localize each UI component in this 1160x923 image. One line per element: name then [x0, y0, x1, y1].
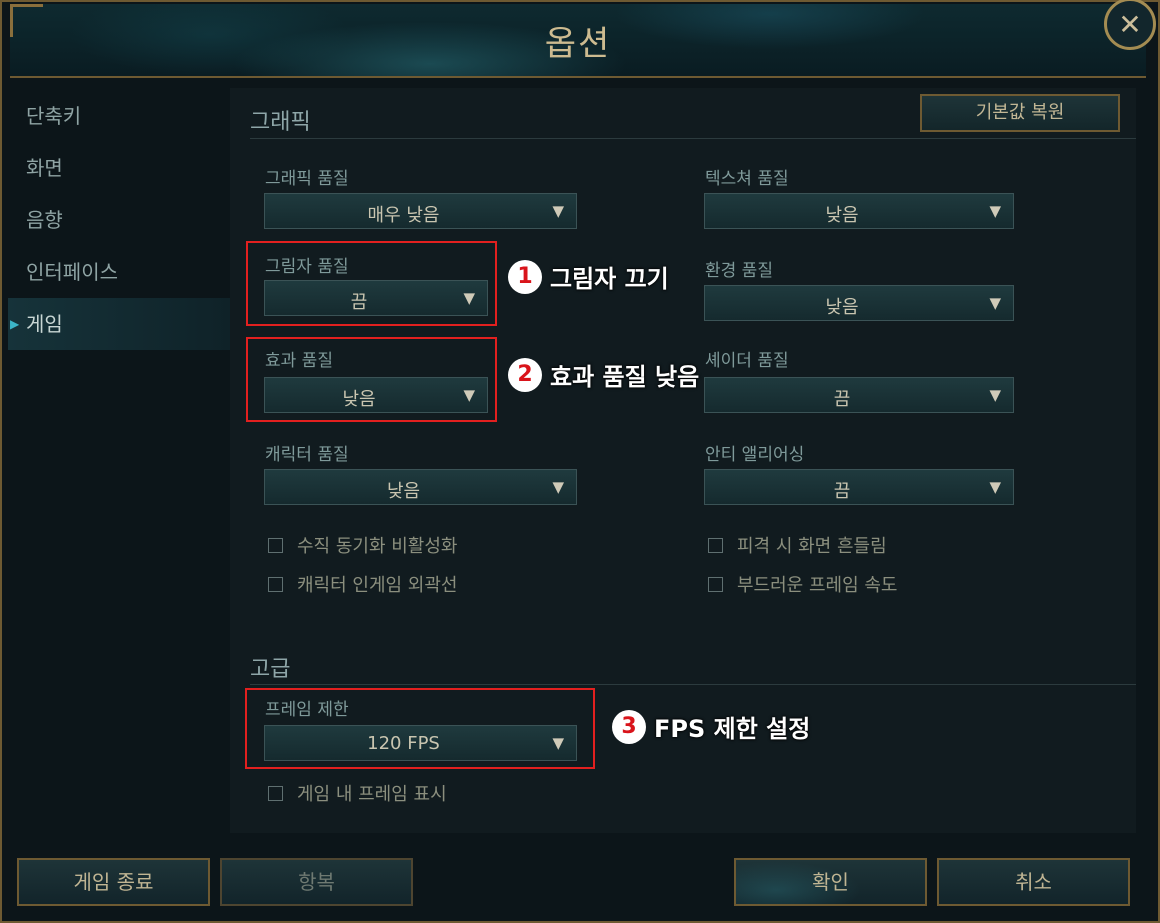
- divider: [250, 138, 1136, 139]
- chevron-down-icon: ▼: [552, 478, 564, 496]
- chevron-down-icon: ▼: [989, 202, 1001, 220]
- checkbox-icon: [268, 537, 283, 553]
- sidebar-item-label: 음향: [26, 208, 63, 232]
- sidebar-item-sound[interactable]: 음향: [8, 194, 230, 246]
- ok-button[interactable]: 확인: [734, 858, 927, 906]
- character-quality-dropdown[interactable]: 낮음 ▼: [264, 469, 577, 505]
- hit-shake-checkbox[interactable]: 피격 시 화면 흔들림: [708, 532, 887, 558]
- texture-quality-label: 텍스쳐 품질: [705, 169, 789, 189]
- sidebar-item-label: 단축키: [26, 104, 82, 128]
- annotation-text: FPS 제한 설정: [654, 715, 811, 743]
- annotation-1: 1 그림자 끄기: [508, 259, 669, 294]
- section-title-advanced: 고급: [250, 657, 291, 682]
- surrender-button[interactable]: 항복: [220, 858, 413, 906]
- dropdown-value: 낮음: [825, 205, 859, 226]
- window-title: 옵션: [544, 24, 612, 64]
- dropdown-value: 끔: [833, 389, 851, 410]
- annotation-3: 3 FPS 제한 설정: [612, 709, 810, 744]
- checkbox-label: 수직 동기화 비활성화: [297, 536, 458, 557]
- annotation-box-shadow: [246, 241, 497, 326]
- annotation-text: 그림자 끄기: [550, 265, 669, 293]
- dropdown-value: 낮음: [825, 297, 859, 318]
- checkbox-label: 게임 내 프레임 표시: [297, 784, 447, 805]
- chevron-down-icon: ▼: [989, 386, 1001, 404]
- dropdown-value: 끔: [833, 481, 851, 502]
- checkbox-icon: [268, 576, 283, 592]
- dropdown-value: 낮음: [386, 481, 421, 502]
- graphics-quality-label: 그래픽 품질: [265, 169, 349, 189]
- annotation-text: 효과 품질 낮음: [550, 363, 700, 391]
- show-fps-checkbox[interactable]: 게임 내 프레임 표시: [268, 780, 447, 806]
- sidebar-item-game[interactable]: ▶ 게임: [8, 298, 230, 350]
- annotation-number: 2: [508, 357, 542, 392]
- shader-quality-dropdown[interactable]: 끔 ▼: [704, 377, 1014, 413]
- divider: [250, 684, 1136, 685]
- dropdown-value: 매우 낮음: [367, 205, 440, 226]
- sidebar-item-video[interactable]: 화면: [8, 142, 230, 194]
- quit-game-button[interactable]: 게임 종료: [17, 858, 210, 906]
- character-outline-checkbox[interactable]: 캐릭터 인게임 외곽선: [268, 571, 457, 597]
- anti-aliasing-label: 안티 앨리어싱: [705, 445, 805, 465]
- sidebar-item-label: 인터페이스: [26, 260, 118, 284]
- checkbox-label: 부드러운 프레임 속도: [737, 575, 898, 596]
- annotation-box-effects: [246, 337, 497, 422]
- checkbox-label: 캐릭터 인게임 외곽선: [297, 575, 458, 596]
- environment-quality-dropdown[interactable]: 낮음 ▼: [704, 285, 1014, 321]
- title-bar: 옵션: [10, 4, 1146, 78]
- graphics-quality-dropdown[interactable]: 매우 낮음 ▼: [264, 193, 577, 229]
- sidebar-item-hotkeys[interactable]: 단축키: [8, 90, 230, 142]
- restore-defaults-button[interactable]: 기본값 복원: [920, 94, 1120, 132]
- chevron-down-icon: ▼: [552, 202, 564, 220]
- checkbox-icon: [708, 537, 723, 553]
- chevron-down-icon: ▼: [989, 294, 1001, 312]
- sidebar-item-label: 게임: [26, 312, 63, 336]
- close-icon: ✕: [1118, 7, 1142, 41]
- vsync-checkbox[interactable]: 수직 동기화 비활성화: [268, 532, 457, 558]
- sidebar: 단축키 화면 음향 인터페이스 ▶ 게임: [8, 90, 230, 350]
- annotation-number: 1: [508, 259, 542, 294]
- annotation-number: 3: [612, 709, 646, 744]
- texture-quality-dropdown[interactable]: 낮음 ▼: [704, 193, 1014, 229]
- chevron-down-icon: ▼: [989, 478, 1001, 496]
- character-quality-label: 캐릭터 품질: [265, 445, 349, 465]
- checkbox-icon: [708, 576, 723, 592]
- sidebar-item-interface[interactable]: 인터페이스: [8, 246, 230, 298]
- checkbox-label: 피격 시 화면 흔들림: [737, 536, 887, 557]
- active-arrow-icon: ▶: [10, 317, 20, 331]
- environment-quality-label: 환경 품질: [705, 261, 773, 281]
- annotation-box-fps: [245, 688, 595, 769]
- section-title-graphics: 그래픽: [250, 110, 311, 135]
- close-button[interactable]: ✕: [1104, 0, 1156, 50]
- sidebar-item-label: 화면: [26, 156, 63, 180]
- shader-quality-label: 셰이더 품질: [705, 351, 789, 371]
- annotation-2: 2 효과 품질 낮음: [508, 357, 699, 392]
- checkbox-icon: [268, 785, 283, 801]
- anti-aliasing-dropdown[interactable]: 끔 ▼: [704, 469, 1014, 505]
- smooth-framerate-checkbox[interactable]: 부드러운 프레임 속도: [708, 571, 897, 597]
- cancel-button[interactable]: 취소: [937, 858, 1130, 906]
